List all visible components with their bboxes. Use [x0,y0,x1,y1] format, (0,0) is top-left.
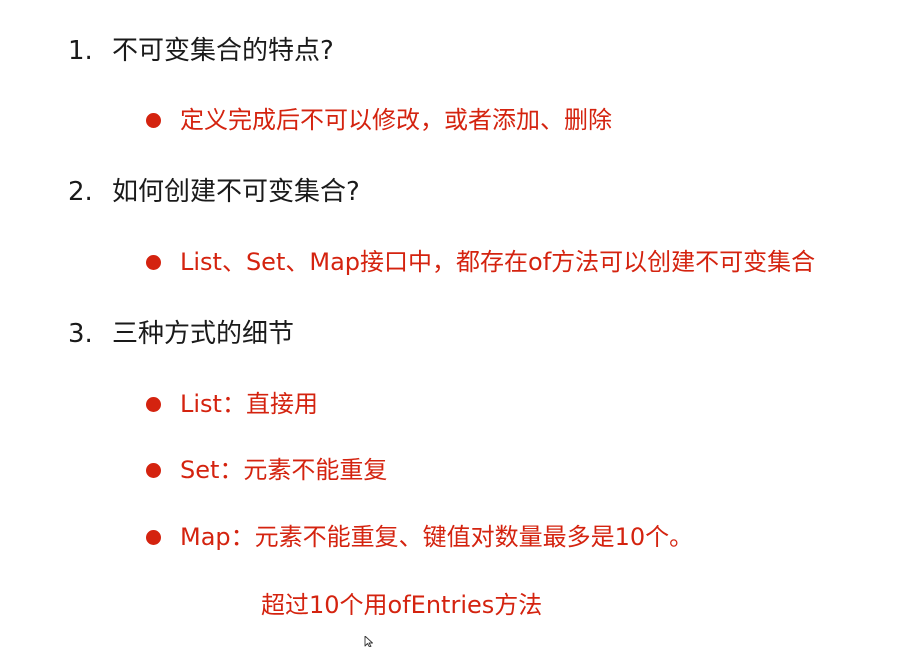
bullet-dot [146,255,161,270]
heading-1-text: 不可变集合的特点? [112,36,334,66]
bullet-3-3-continuation: 超过10个用ofEntries方法 [261,591,543,619]
heading-3-text: 三种方式的细节 [112,319,295,349]
bullet-3-3-text: Map：元素不能重复、键值对数量最多是10个。 [180,523,694,551]
bullet-3-1-text: List：直接用 [180,390,318,418]
heading-2-number: 2. [68,177,93,207]
heading-1: 1. 不可变集合的特点? [68,38,334,64]
bullet-dot [146,397,161,412]
bullet-dot [146,113,161,128]
bullet-1-1-text: 定义完成后不可以修改，或者添加、删除 [180,106,612,134]
mouse-pointer-icon [364,636,373,647]
heading-1-number: 1. [68,36,93,66]
heading-3: 3. 三种方式的细节 [68,321,294,347]
bullet-dot [146,530,161,545]
bullet-2-1-text: List、Set、Map接口中，都存在of方法可以创建不可变集合 [180,248,816,276]
heading-2-text: 如何创建不可变集合? [112,177,360,207]
bullet-dot [146,463,161,478]
bullet-3-2-text: Set：元素不能重复 [180,456,388,484]
heading-3-number: 3. [68,319,93,349]
heading-2: 2. 如何创建不可变集合? [68,179,360,205]
